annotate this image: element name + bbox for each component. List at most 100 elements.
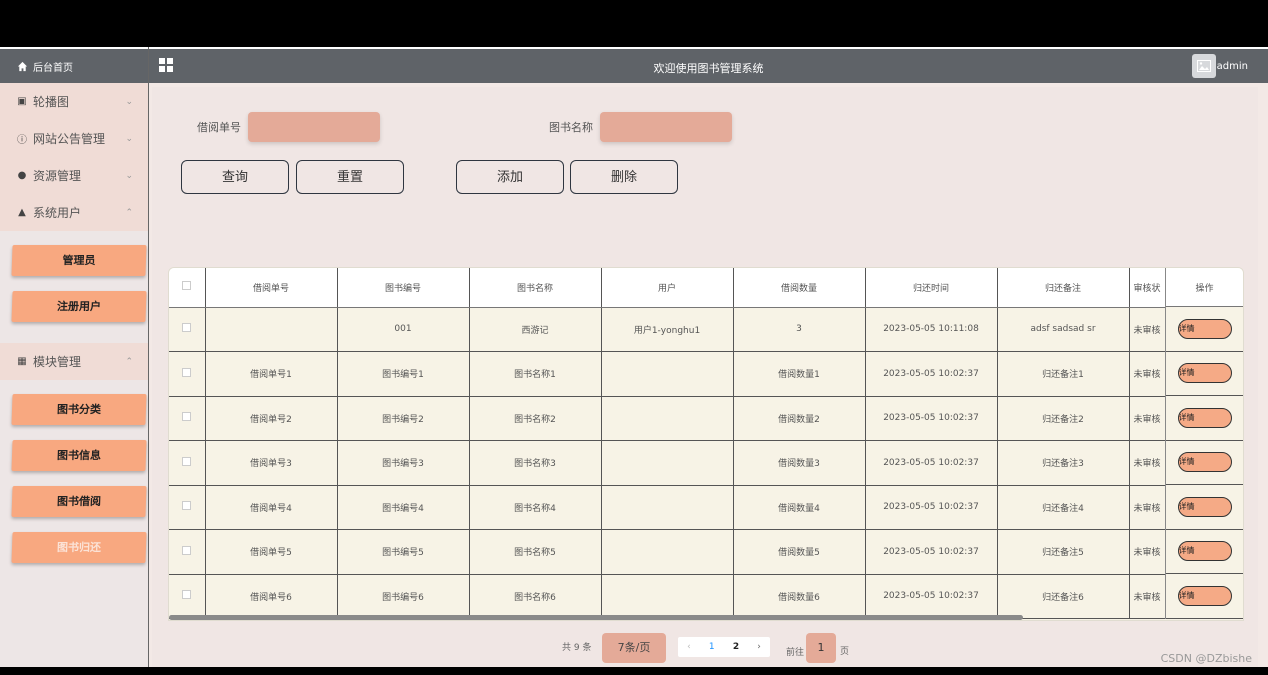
watermark: CSDN @DZbishe (1160, 652, 1252, 665)
row-select-cell[interactable] (169, 307, 206, 352)
sidebar-subitem[interactable]: 图书分类 (11, 394, 147, 425)
table-cell (601, 574, 734, 619)
table-cell: 图书名称5 (469, 529, 602, 575)
avatar[interactable] (1192, 54, 1216, 78)
column-header[interactable]: 归还时间 (865, 268, 998, 308)
username[interactable]: admin (1217, 61, 1248, 72)
chevron-up-icon: ⌃ (125, 356, 133, 367)
table-cell: 归还备注3 (997, 440, 1130, 486)
prev-page-icon[interactable]: ‹ (687, 642, 691, 652)
page-size-select[interactable]: 7条/页 (602, 633, 666, 663)
table-cell: 2023-05-05 10:11:08 (865, 307, 998, 352)
column-header[interactable]: 归还备注 (997, 268, 1130, 308)
table-row[interactable]: 借阅单号2 图书编号2 图书名称2 借阅数量2 2023-05-05 10:02:37 归… (169, 396, 1166, 441)
sidebar-subitem[interactable]: 图书信息 (11, 440, 147, 471)
detail-button[interactable]: 详情 (1177, 318, 1232, 339)
goto-page-input[interactable]: 1 (806, 633, 836, 663)
table-cell: 归还备注6 (997, 574, 1130, 619)
table-cell: 图书名称2 (469, 396, 602, 441)
row-checkbox[interactable] (182, 545, 192, 555)
detail-button[interactable]: 详情 (1177, 363, 1232, 384)
goto-suffix: 页 (840, 647, 850, 657)
row-select-cell[interactable] (169, 485, 206, 530)
row-select-cell[interactable] (169, 440, 206, 486)
row-checkbox[interactable] (182, 412, 192, 422)
total-count: 共 9 条 (562, 643, 592, 653)
table-cell: 借阅数量6 (733, 574, 866, 619)
sidebar-subitem[interactable]: 注册用户 (11, 291, 147, 322)
query-button[interactable]: 查询 (181, 160, 289, 194)
table-cell: 2023-05-05 10:02:37 (865, 574, 998, 619)
info-icon: ⓘ (17, 135, 27, 146)
goto-label: 前往 (786, 648, 805, 658)
sidebar-subitem[interactable]: 管理员 (11, 245, 147, 276)
table-cell: 图书名称1 (469, 351, 602, 397)
table-cell: 2023-05-05 10:02:37 (865, 396, 998, 441)
module-submenu: 图书分类图书信息图书借阅图书归还 (0, 380, 148, 584)
horizontal-scrollbar[interactable] (169, 615, 1023, 620)
table-cell: 借阅数量5 (733, 529, 866, 575)
sidebar: 后台首页 ▣ 轮播图 ⌄ ⓘ 网站公告管理 ⌄ ● 资源管理 ⌄ ▲ 系统用户 ⌃ 管… (0, 47, 149, 667)
table-cell: 2023-05-05 10:02:37 (865, 440, 998, 486)
detail-button[interactable]: 详情 (1177, 585, 1232, 606)
table-row[interactable]: 借阅单号1 图书编号1 图书名称1 借阅数量1 2023-05-05 10:02:37 归… (169, 351, 1166, 397)
table-row[interactable]: 001 西游记 用户1-yonghu1 3 2023-05-05 10:11:08 ads… (169, 307, 1166, 352)
sidebar-menu-0[interactable]: ▣ 轮播图 ⌄ (0, 83, 148, 120)
reset-button[interactable]: 重置 (296, 160, 404, 194)
row-select-cell[interactable] (169, 574, 206, 619)
page-title: 欢迎使用图书管理系统 (653, 62, 764, 75)
detail-button[interactable]: 详情 (1177, 452, 1232, 473)
table-cell (601, 396, 734, 441)
sidebar-menu-module[interactable]: ▦ 模块管理 ⌃ (0, 343, 148, 380)
page-number-2[interactable]: 2 (733, 642, 739, 652)
chevron-icon: ⌄ (125, 96, 133, 107)
select-all-checkbox[interactable] (182, 281, 192, 291)
column-header[interactable]: 图书名称 (469, 268, 602, 308)
home-icon (16, 60, 28, 72)
column-header[interactable]: 借阅数量 (733, 268, 866, 308)
sidebar-menu-3[interactable]: ▲ 系统用户 ⌃ (0, 194, 148, 231)
sidebar-menu-1[interactable]: ⓘ 网站公告管理 ⌄ (0, 120, 148, 157)
book-name-input[interactable] (600, 112, 732, 142)
operation-cell: 详情 (1166, 307, 1243, 352)
delete-button[interactable]: 删除 (570, 160, 678, 194)
sidebar-menu-2[interactable]: ● 资源管理 ⌄ (0, 157, 148, 194)
detail-button[interactable]: 详情 (1177, 407, 1232, 428)
table-cell: 未审核 (1129, 529, 1166, 575)
next-page-icon[interactable]: › (757, 642, 761, 652)
table-cell: 借阅单号6 (205, 574, 338, 619)
table-cell: 未审核 (1129, 440, 1166, 486)
row-select-cell[interactable] (169, 351, 206, 397)
table-row[interactable]: 借阅单号5 图书编号5 图书名称5 借阅数量5 2023-05-05 10:02:37 归… (169, 529, 1166, 575)
row-checkbox[interactable] (182, 323, 192, 333)
sidebar-subitem[interactable]: 图书借阅 (11, 486, 147, 517)
row-select-cell[interactable] (169, 396, 206, 441)
table-row[interactable]: 借阅单号3 图书编号3 图书名称3 借阅数量3 2023-05-05 10:02:37 归… (169, 440, 1166, 486)
table-row[interactable]: 借阅单号4 图书编号4 图书名称4 借阅数量4 2023-05-05 10:02:37 归… (169, 485, 1166, 530)
row-checkbox[interactable] (182, 456, 192, 466)
page-number-1[interactable]: 1 (709, 642, 715, 652)
borrow-no-input[interactable] (248, 112, 380, 142)
sidebar-subitem[interactable]: 图书归还 (11, 532, 147, 563)
table-row[interactable]: 借阅单号6 图书编号6 图书名称6 借阅数量6 2023-05-05 10:02:37 归… (169, 574, 1166, 619)
table-cell: 归还备注2 (997, 396, 1130, 441)
row-checkbox[interactable] (182, 367, 192, 377)
top-header: 欢迎使用图书管理系统 admin (149, 47, 1268, 83)
table-cell: 未审核 (1129, 351, 1166, 397)
table-cell: 图书编号6 (337, 574, 470, 619)
column-header[interactable]: 审核状 (1129, 268, 1166, 308)
column-header[interactable]: 借阅单号 (205, 268, 338, 308)
add-button[interactable]: 添加 (456, 160, 564, 194)
row-checkbox[interactable] (182, 590, 192, 600)
sidebar-home[interactable]: 后台首页 (0, 47, 148, 83)
detail-button[interactable]: 详情 (1177, 541, 1232, 562)
operation-cell: 详情 (1166, 396, 1243, 441)
row-select-cell[interactable] (169, 529, 206, 575)
row-checkbox[interactable] (182, 501, 192, 511)
column-header[interactable]: 用户 (601, 268, 734, 308)
detail-button[interactable]: 详情 (1177, 496, 1232, 517)
column-header[interactable]: 图书编号 (337, 268, 470, 308)
select-all-header[interactable] (169, 268, 206, 308)
table-cell: 借阅单号4 (205, 485, 338, 530)
operation-cell: 详情 (1166, 352, 1243, 396)
